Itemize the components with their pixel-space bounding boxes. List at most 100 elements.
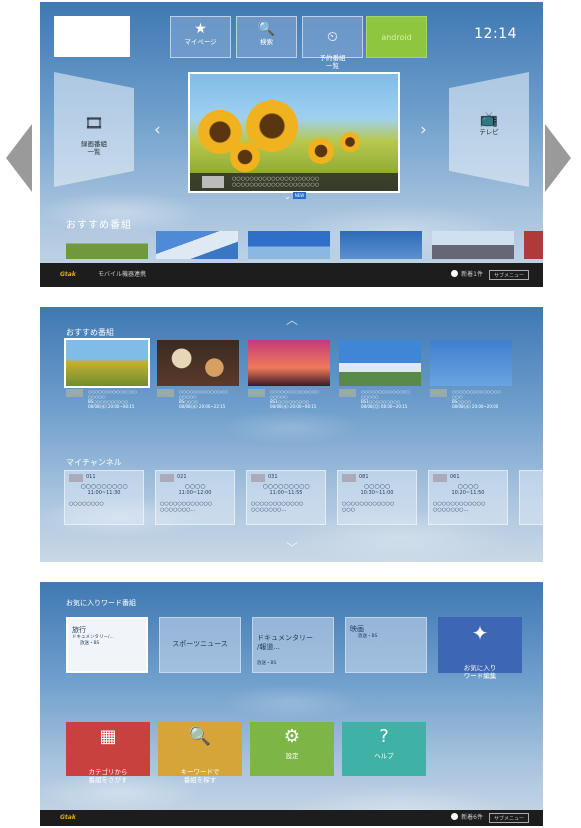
notification[interactable]: 新着1件 [451,263,483,287]
recommended-thumb[interactable] [432,231,514,259]
brand-logo: Gtak [60,814,76,821]
channel-time: 10:20~11:50 [451,490,485,496]
recommended-thumb[interactable] [340,231,422,259]
channel-number: 011 [86,474,96,480]
settings-label: 設定 [285,752,299,760]
recommended-meta: ○○○○○○○○○○○○○○ ○○○○○ BS○○○○○○○○○○ 08/08(… [66,389,148,417]
chevron-down-icon: ⌄ [284,192,291,201]
search-icon: 🔍 [188,726,212,747]
search-label: 検索 [260,38,273,46]
recommended-thumb[interactable] [248,231,330,259]
recommended-meta: ○○○○○○○○○○○○○○ ○○○○○ BS1○○○○○○○○○ 08/08(… [248,389,330,417]
recommended-card[interactable]: ○○○○○○○○○○○○○○ ○○○○○ BS○○○○ 08/08(水) 20:… [157,340,239,417]
channel-card[interactable]: 021 ○○○○ 11:00~12:00 ○○○○○○○○○○○○ ○○○○○○… [155,470,235,525]
next-arrow[interactable] [545,124,571,192]
channel-program: ○○○○○○○○○○○○ ○○○○○○○... [160,501,213,513]
category-search-label: カテゴリから 番組をさがす [88,768,128,784]
recommended-card[interactable]: ○○○○○○○○○○○○○○ ○○○○○ BS○○○○○○○○○○ 08/08(… [64,338,150,417]
recommended-time: 08/08(水) 20:00~20:00 [452,404,499,409]
recommended-thumb[interactable] [524,231,543,259]
submenu-button[interactable]: サブメニュー [488,270,529,280]
mobile-link-label[interactable]: モバイル機器連携 [98,263,146,287]
star-icon: ★ [194,21,207,37]
channel-logo-placeholder [430,389,447,397]
keyword-search-label: キーワードで 番組を探す [180,768,220,784]
recommended-time: 08/08(月) 08:00~20:15 [361,404,408,409]
channel-program: ○○○○○○○○○○○○ ○○○○○○○... [433,501,486,513]
keyword-tile-movie[interactable]: 映画 放送・BS [345,617,427,673]
keyword-label: スポーツニュース [172,640,228,648]
recommended-card[interactable]: ○○○○○○○○○○○○○○ ○○○○○ BS1○○○○○○○○○ 08/08(… [248,340,330,417]
channel-logo-placeholder [66,389,83,397]
channel-logo-placeholder [342,474,356,482]
channel-logo-placeholder [251,474,265,482]
recommended-thumb[interactable] [66,231,148,259]
channel-logo-placeholder [339,389,356,397]
bottom-bar: Gtak 新着6件 サブメニュー [40,810,543,826]
brand-logo: Gtak [60,271,76,278]
keyword-tile-documentary[interactable]: ドキュメンタリー /報道... 放送・BS [252,617,334,673]
keyword-tile-sports-news[interactable]: スポーツニュース [159,617,241,673]
keyword-source: 放送・BS [257,661,277,666]
recommended-time: 08/08(水) 20:00~08:15 [88,404,135,409]
reservation-list-label: 予約番組 一覧 [319,54,346,70]
channel-time: 11:00~11:55 [269,490,303,496]
featured-program[interactable]: ○○○○○○○○○○○○○○○○○○○○ ○○○○○○○○○○○○○○○○○○○… [188,72,400,193]
recommended-meta: ○○○○○○○○○○○○○○ ○○○○○ BS1○○○○○○○○○ 08/08(… [339,389,421,417]
notification-label: 新着1件 [461,271,483,278]
recommended-title-text: ○○○○○○○○○○○○○○ ○○○○○ [179,389,228,399]
search-button[interactable]: 🔍 検索 [236,16,297,58]
info-icon [451,270,459,277]
channel-program: ○○○○○○○○○○○○ ○○○○○○○... [251,501,304,513]
recommended-time: 08/08(水) 20:00~08:15 [270,404,317,409]
channel-card[interactable]: 061 ○○○○ 10:20~11:50 ○○○○○○○○○○○○ ○○○○○○… [428,470,508,525]
film-icon: 🎞 [84,114,104,132]
grid-icon: ▦ [99,726,117,747]
recommended-card[interactable]: ○○○○○○○○○○○○○○ ○○○○○ BS1○○○○○○○○○ 08/08(… [339,340,421,417]
channel-time: 10:30~11:00 [360,490,394,496]
chevron-left-icon[interactable]: ‹ [154,120,161,140]
chevron-right-icon[interactable]: › [420,120,427,140]
channel-program: ○○○○○○○○○○○○ ○○○ [342,501,395,513]
previous-arrow[interactable] [6,124,32,192]
search-icon: 🔍 [257,21,276,37]
help-label: ヘルプ [374,752,394,760]
channel-card[interactable]: 081 ○○○○○ 10:30~11:00 ○○○○○○○○○○○○ ○○○ [337,470,417,525]
recommended-thumb[interactable] [156,231,238,259]
chevron-up-icon[interactable]: ︿ [286,311,298,328]
channel-logo-placeholder [69,474,83,482]
edit-favorite-words-button[interactable]: ✦ お気に入り ワード編集 [438,617,522,680]
channel-card-partial[interactable] [519,470,543,525]
category-search-button[interactable]: ▦ カテゴリから 番組をさがす [66,722,150,784]
android-button[interactable]: android [366,16,427,58]
help-button[interactable]: ? ヘルプ [342,722,426,776]
reservation-list-button[interactable]: ⏲ 予約番組 一覧 [302,16,363,70]
channel-logo-placeholder [248,389,265,397]
my-page-screen: ︿ おすすめ番組 ○○○○○○○○○○○○○○ ○○○○○ BS○○○○○○○○… [40,307,543,562]
mypage-button[interactable]: ★ マイページ [170,16,231,58]
chevron-down-icon[interactable]: ﹀ [286,539,298,556]
keyword-search-button[interactable]: 🔍 キーワードで 番組を探す [158,722,242,784]
channel-time: 11:00~11:30 [87,490,121,496]
recommended-title-text: ○○○○○○○○○○○○○○ ○○○ [452,389,501,399]
submenu-button[interactable]: サブメニュー [488,813,529,823]
clock: 12:14 [474,26,517,42]
keyword-source: 放送・BS [80,641,100,646]
recommended-card[interactable]: ○○○○○○○○○○○○○○ ○○○ BS○○○○ 08/08(水) 20:00… [430,340,512,417]
timer-icon: ⏲ [327,29,338,45]
channel-card[interactable]: 011 ○○○○○○○○○ 11:00~11:30 ○○○○○○○○ [64,470,144,525]
recommended-time: 08/08(水) 20:00~22:15 [179,404,226,409]
settings-button[interactable]: ⚙ 設定 [250,722,334,776]
feature-caption-bar: ○○○○○○○○○○○○○○○○○○○○ ○○○○○○○○○○○○○○○○○○○… [190,173,398,191]
recommended-image [430,340,512,386]
more-indicator[interactable]: ⌄ NEW [284,192,307,201]
keyword-tile-travel[interactable]: 旅行 ドキュメンタリー/... 放送・BS [66,617,148,673]
tv-label: テレビ [479,128,499,136]
recommended-title-text: ○○○○○○○○○○○○○○ ○○○○○ [270,389,319,399]
channel-number: 081 [359,474,369,480]
tv-label-wrap: 📺 テレビ [449,110,529,136]
channel-logo-placeholder [157,389,174,397]
recommended-image [157,340,239,386]
channel-card[interactable]: 031 ○○○○○○○○○ 11:00~11:55 ○○○○○○○○○○○○ ○… [246,470,326,525]
notification[interactable]: 新着6件 [451,810,483,826]
